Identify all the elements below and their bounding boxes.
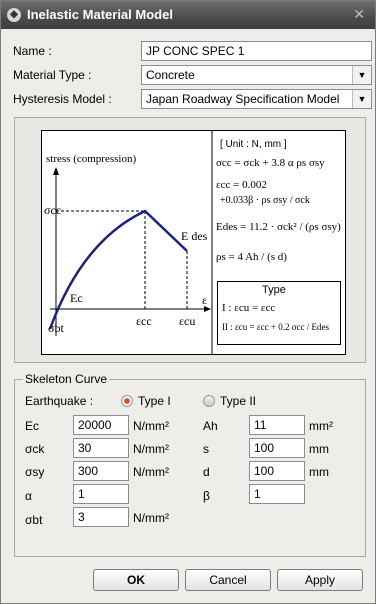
- equation-eps-cc-term: +0.033β · ρs σsy / σck: [220, 195, 310, 206]
- ah-input[interactable]: 11: [249, 415, 305, 435]
- name-input[interactable]: JP CONC SPEC 1: [141, 41, 372, 61]
- type1-radio-label[interactable]: Type I: [138, 394, 171, 408]
- hysteresis-value: Japan Roadway Specification Model: [146, 92, 340, 106]
- units-label: [ Unit : N, mm ]: [220, 139, 287, 150]
- ec-unit: N/mm²: [133, 419, 169, 433]
- hysteresis-select[interactable]: Japan Roadway Specification Model ▼: [141, 89, 372, 109]
- eps-cu-label: εcu: [179, 314, 196, 328]
- ec-field-label: Ec: [25, 419, 40, 433]
- eps-axis-label: ε: [202, 293, 208, 307]
- window-title: Inelastic Material Model: [27, 7, 173, 22]
- sigma-bt-label: σbt: [48, 321, 64, 335]
- equation-sigma-cc: σcc = σck + 3.8 α ρs σsy: [216, 157, 325, 169]
- e-des-label: E des: [181, 229, 208, 243]
- equation-eps-cc: εcc = 0.002: [216, 179, 267, 191]
- ok-button[interactable]: OK: [93, 569, 179, 591]
- beta-field-label: β: [203, 489, 210, 503]
- dropdown-arrow-icon[interactable]: ▼: [352, 90, 371, 108]
- ec-input[interactable]: 20000: [73, 415, 129, 435]
- d-unit: mm: [309, 465, 329, 479]
- s-unit: mm: [309, 442, 329, 456]
- s-input[interactable]: 100: [249, 438, 305, 458]
- d-input[interactable]: 100: [249, 461, 305, 481]
- sigma-cc-label: σcc: [44, 203, 62, 217]
- skeleton-curve-title: Skeleton Curve: [23, 372, 110, 386]
- alpha-input[interactable]: 1: [73, 484, 129, 504]
- stress-strain-diagram: stress (compression) σcc E des Ec σbt εc…: [41, 130, 346, 355]
- app-icon: ◆: [7, 8, 21, 22]
- beta-input[interactable]: 1: [249, 484, 305, 504]
- sigma-sy-field-label: σsy: [25, 465, 45, 479]
- eps-cc-label: εcc: [136, 314, 152, 328]
- ah-unit: mm²: [309, 419, 333, 433]
- s-field-label: s: [203, 442, 209, 456]
- title-bar[interactable]: ◆ Inelastic Material Model ✕: [1, 1, 375, 29]
- material-type-label: Material Type :: [13, 68, 92, 82]
- sigma-bt-field-label: σbt: [25, 513, 43, 527]
- hysteresis-label: Hysteresis Model :: [13, 92, 112, 106]
- cancel-button[interactable]: Cancel: [185, 569, 271, 591]
- ah-field-label: Ah: [203, 419, 218, 433]
- type-1-formula: I : εcu = εcc: [222, 302, 276, 314]
- apply-button[interactable]: Apply: [277, 569, 363, 591]
- type-2-formula: II : εcu = εcc + 0.2 σcc / Edes: [222, 322, 330, 332]
- equation-rho-s: ρs = 4 Ah / (s d): [216, 251, 287, 263]
- close-icon[interactable]: ✕: [353, 6, 365, 23]
- sigma-ck-input[interactable]: 30: [73, 438, 129, 458]
- type-title: Type: [262, 284, 286, 296]
- stress-axis-label: stress (compression): [46, 153, 137, 165]
- alpha-field-label: α: [25, 489, 32, 503]
- earthquake-label: Earthquake :: [25, 394, 94, 408]
- equation-e-des: Edes = 11.2 · σck² / (ρs σsy): [216, 221, 341, 233]
- material-type-select[interactable]: Concrete ▼: [141, 65, 372, 85]
- sigma-ck-field-label: σck: [25, 442, 45, 456]
- sigma-sy-input[interactable]: 300: [73, 461, 129, 481]
- sigma-bt-unit: N/mm²: [133, 511, 169, 525]
- d-field-label: d: [203, 465, 210, 479]
- dropdown-arrow-icon[interactable]: ▼: [352, 66, 371, 84]
- type-formula-box: Type I : εcu = εcc II : εcu = εcc + 0.2 …: [217, 281, 341, 345]
- type2-radio-label[interactable]: Type II: [220, 394, 256, 408]
- name-label: Name :: [13, 44, 52, 58]
- sigma-ck-unit: N/mm²: [133, 442, 169, 456]
- sigma-sy-unit: N/mm²: [133, 465, 169, 479]
- material-type-value: Concrete: [146, 68, 195, 82]
- sigma-bt-input[interactable]: 3: [73, 507, 129, 527]
- type2-radio[interactable]: [203, 395, 215, 407]
- type1-radio[interactable]: [121, 395, 133, 407]
- ec-label: Ec: [70, 291, 83, 305]
- dialog-window: ◆ Inelastic Material Model ✕ Name : JP C…: [0, 0, 376, 604]
